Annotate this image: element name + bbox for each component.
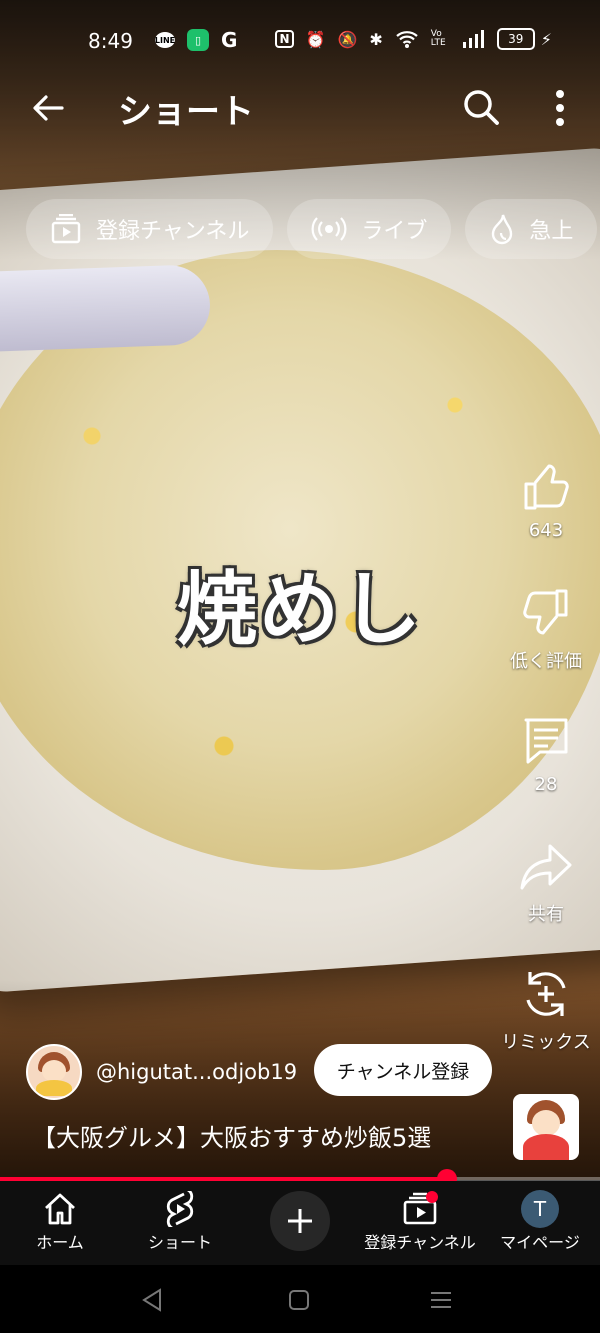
comment-icon xyxy=(524,718,568,764)
nav-subscriptions-label: 登録チャンネル xyxy=(364,1233,476,1252)
subscriptions-icon xyxy=(51,214,81,244)
system-recents-icon[interactable] xyxy=(426,1285,456,1315)
share-label: 共有 xyxy=(528,904,564,925)
app-header: ショート xyxy=(0,80,600,136)
like-count: 643 xyxy=(528,520,564,541)
system-nav-bar xyxy=(0,1265,600,1333)
signal-icon xyxy=(462,30,484,48)
chip-trending[interactable]: 急上 xyxy=(465,199,598,259)
thumbs-down-icon xyxy=(523,589,568,635)
video-title[interactable]: 【大阪グルメ】大阪おすすめ炒飯5選 xyxy=(32,1118,431,1153)
volte-icon: Vo LTE xyxy=(430,29,446,48)
system-home-icon[interactable] xyxy=(284,1285,314,1315)
search-icon[interactable] xyxy=(460,86,502,128)
subscribe-button[interactable]: チャンネル登録 xyxy=(314,1044,492,1096)
battery-icon: 39 xyxy=(496,28,535,50)
remix-source-thumbnail[interactable] xyxy=(513,1094,579,1160)
chip-live[interactable]: ライブ xyxy=(287,199,452,259)
nav-me[interactable]: T マイページ xyxy=(480,1189,600,1253)
dislike-label: 低く評価 xyxy=(510,651,582,672)
nav-home-label: ホーム xyxy=(36,1233,84,1252)
bluetooth-icon: ✱ xyxy=(369,29,383,49)
channel-info[interactable]: @higutat...odjob19 xyxy=(26,1044,297,1100)
create-button[interactable] xyxy=(270,1191,330,1251)
line-icon: LINE xyxy=(155,32,175,48)
bottom-nav: ホーム ショート 登録チャンネル T マイページ xyxy=(0,1181,600,1265)
chip-subscriptions[interactable]: 登録チャンネル xyxy=(26,199,274,259)
nfc-icon: N xyxy=(275,30,294,48)
dislike-action[interactable]: 低く評価 xyxy=(496,585,596,673)
plus-icon xyxy=(288,1209,312,1233)
green-app-icon: ▯ xyxy=(187,29,209,51)
remix-icon xyxy=(526,972,566,1016)
nav-me-label: マイページ xyxy=(500,1233,580,1252)
remix-label: リミックス xyxy=(501,1032,591,1053)
remix-action[interactable]: リミックス xyxy=(496,966,596,1054)
google-icon: G xyxy=(221,28,238,52)
back-arrow-icon[interactable] xyxy=(28,88,68,128)
thumbs-up-icon xyxy=(524,464,569,510)
live-icon xyxy=(311,217,347,241)
status-bar: 8:49 LINE ▯ G N ⏰ 🔕 ✱ Vo LTE 39 ⚡ xyxy=(0,0,600,80)
system-back-icon[interactable] xyxy=(138,1285,168,1315)
nav-shorts-label: ショート xyxy=(147,1233,212,1252)
charging-icon: ⚡ xyxy=(540,29,552,49)
status-time: 8:49 xyxy=(88,29,133,53)
page-title: ショート xyxy=(118,92,254,132)
like-action[interactable]: 643 xyxy=(496,458,596,541)
nav-home[interactable]: ホーム xyxy=(0,1189,120,1253)
filter-chips: 登録チャンネル ライブ 急上 xyxy=(26,199,598,259)
share-action[interactable]: 共有 xyxy=(496,838,596,926)
channel-handle[interactable]: @higutat...odjob19 xyxy=(96,1060,297,1084)
comments-action[interactable]: 28 xyxy=(496,712,596,795)
comment-count: 28 xyxy=(534,774,558,795)
user-avatar: T xyxy=(521,1190,559,1228)
spoon-image xyxy=(0,264,212,352)
mute-icon: 🔕 xyxy=(337,29,358,49)
nav-shorts[interactable]: ショート xyxy=(120,1189,240,1253)
share-icon xyxy=(520,844,572,890)
trending-icon xyxy=(492,214,513,245)
channel-avatar[interactable] xyxy=(26,1044,82,1100)
nav-subscriptions[interactable]: 登録チャンネル xyxy=(360,1189,480,1253)
home-icon xyxy=(45,1193,75,1225)
alarm-icon: ⏰ xyxy=(305,29,326,49)
shorts-icon xyxy=(166,1191,194,1227)
wifi-icon xyxy=(396,31,418,48)
notification-dot xyxy=(426,1191,438,1203)
more-options-icon[interactable] xyxy=(548,86,572,130)
